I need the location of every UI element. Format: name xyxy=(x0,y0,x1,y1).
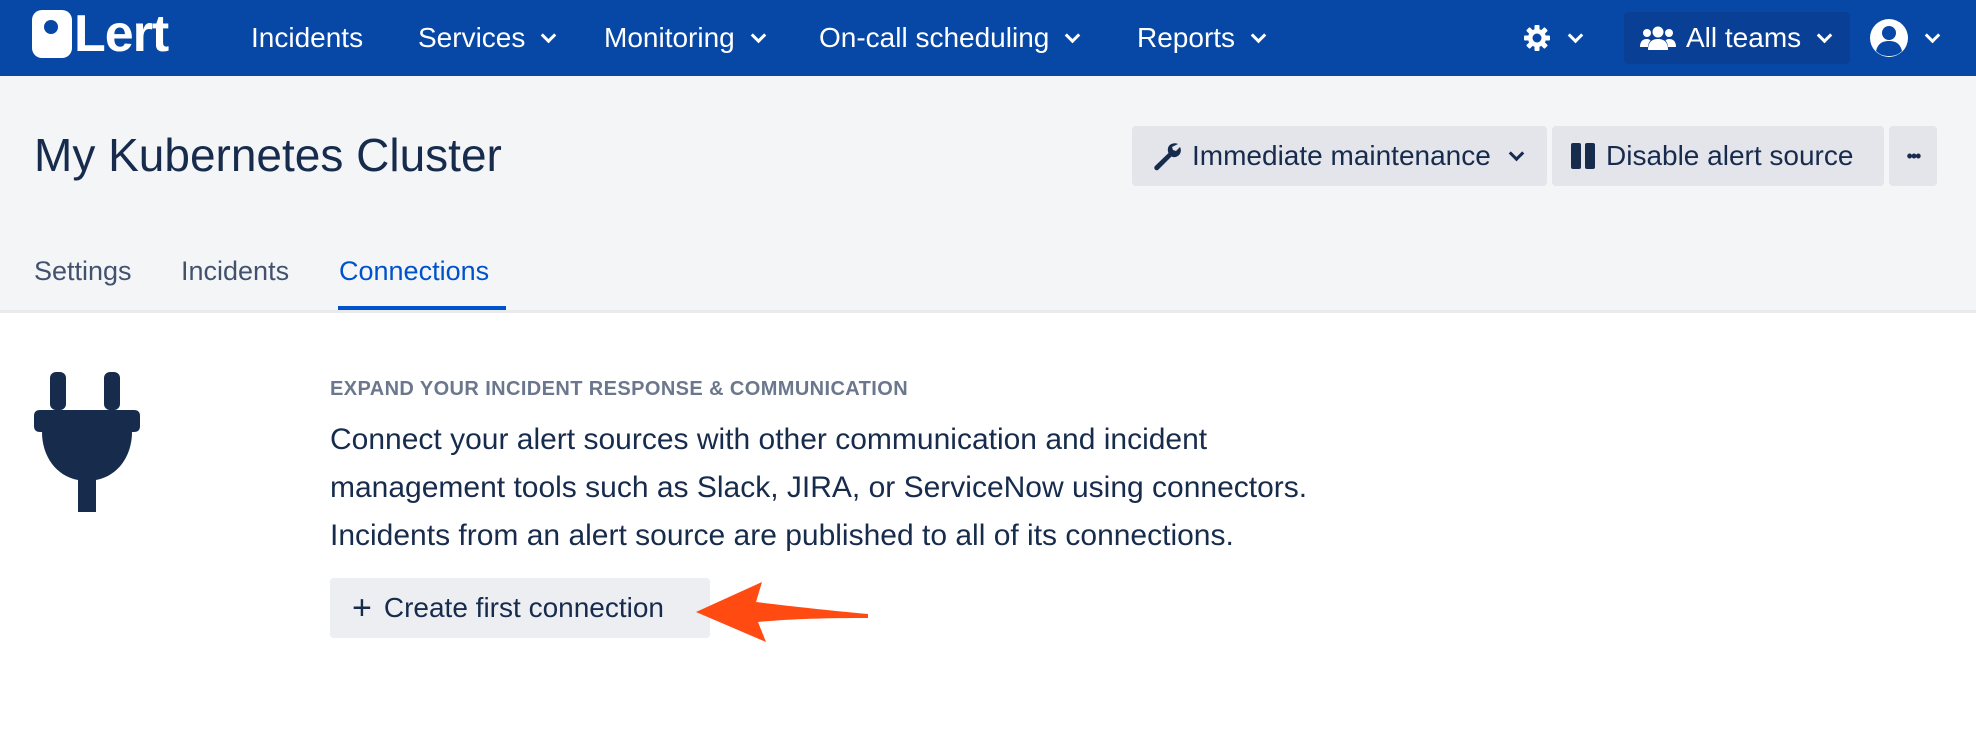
tab-incidents-label: Incidents xyxy=(181,256,290,286)
annotation-arrow xyxy=(696,582,868,642)
team-selector[interactable]: All teams xyxy=(1640,0,1833,76)
page-header: My Kubernetes Cluster Immediate maintena… xyxy=(0,76,1976,313)
nav-incidents-label: Incidents xyxy=(251,22,364,53)
team-icon xyxy=(1640,26,1676,50)
nav-reports-label: Reports xyxy=(1137,22,1236,53)
chevron-down-icon xyxy=(1567,27,1584,43)
logo-icon xyxy=(32,10,72,58)
user-menu[interactable] xyxy=(1869,0,1941,76)
chevron-down-icon xyxy=(750,27,767,43)
plug-icon xyxy=(34,372,140,512)
chevron-down-icon xyxy=(1065,27,1081,43)
nav-monitoring[interactable]: Monitoring xyxy=(604,0,767,76)
section-eyebrow: EXPAND YOUR INCIDENT RESPONSE & COMMUNIC… xyxy=(330,378,909,400)
chevron-down-icon xyxy=(1508,145,1525,161)
tab-connections[interactable]: Connections xyxy=(339,256,489,312)
chevron-down-icon xyxy=(541,27,557,43)
description-line: Connect your alert sources with other co… xyxy=(330,423,1208,456)
wrench-icon xyxy=(1154,143,1181,171)
chevron-down-icon xyxy=(1250,27,1267,43)
tab-connections-label: Connections xyxy=(339,256,490,286)
description-line: Incidents from an alert source are publi… xyxy=(330,519,1234,552)
gear-icon xyxy=(1524,25,1550,51)
tab-settings-label: Settings xyxy=(34,256,132,286)
immediate-maintenance-button[interactable]: Immediate maintenance xyxy=(1132,126,1547,186)
team-selector-label: All teams xyxy=(1686,22,1802,53)
more-icon: ••• xyxy=(1906,145,1922,166)
logo-text: Lert xyxy=(74,5,169,63)
nav-services-label: Services xyxy=(418,22,526,53)
chevron-down-icon xyxy=(1924,27,1941,43)
nav-on-call-scheduling[interactable]: On-call scheduling xyxy=(819,0,1081,76)
page-title: My Kubernetes Cluster xyxy=(34,129,502,181)
create-first-connection-button[interactable]: + Create first connection xyxy=(330,578,710,638)
settings-menu[interactable] xyxy=(1522,0,1584,76)
tab-settings[interactable]: Settings xyxy=(34,256,132,312)
header-divider xyxy=(0,310,1976,313)
plus-icon: + xyxy=(352,589,372,627)
ilert-logo[interactable]: Lert xyxy=(32,5,169,63)
tab-incidents[interactable]: Incidents xyxy=(181,256,289,312)
immediate-maintenance-label: Immediate maintenance xyxy=(1192,140,1491,171)
create-first-connection-label: Create first connection xyxy=(383,592,664,623)
pause-icon xyxy=(1571,143,1595,169)
nav-reports[interactable]: Reports xyxy=(1137,0,1267,76)
chevron-down-icon xyxy=(1816,27,1833,43)
disable-alert-source-button[interactable]: Disable alert source xyxy=(1552,126,1884,186)
more-actions-button[interactable]: ••• xyxy=(1889,126,1937,186)
nav-on-call-label: On-call scheduling xyxy=(819,22,1050,53)
nav-services[interactable]: Services xyxy=(418,0,557,76)
user-avatar-icon xyxy=(1870,19,1908,57)
disable-alert-source-label: Disable alert source xyxy=(1606,140,1854,171)
nav-incidents[interactable]: Incidents xyxy=(251,0,363,76)
top-navigation-bar: Lert Incidents Services Monitoring On-ca… xyxy=(0,0,1976,76)
connections-description: Connect your alert sources with other co… xyxy=(330,416,1440,560)
description-line: management tools such as Slack, JIRA, or… xyxy=(330,471,1308,504)
nav-monitoring-label: Monitoring xyxy=(604,22,735,53)
